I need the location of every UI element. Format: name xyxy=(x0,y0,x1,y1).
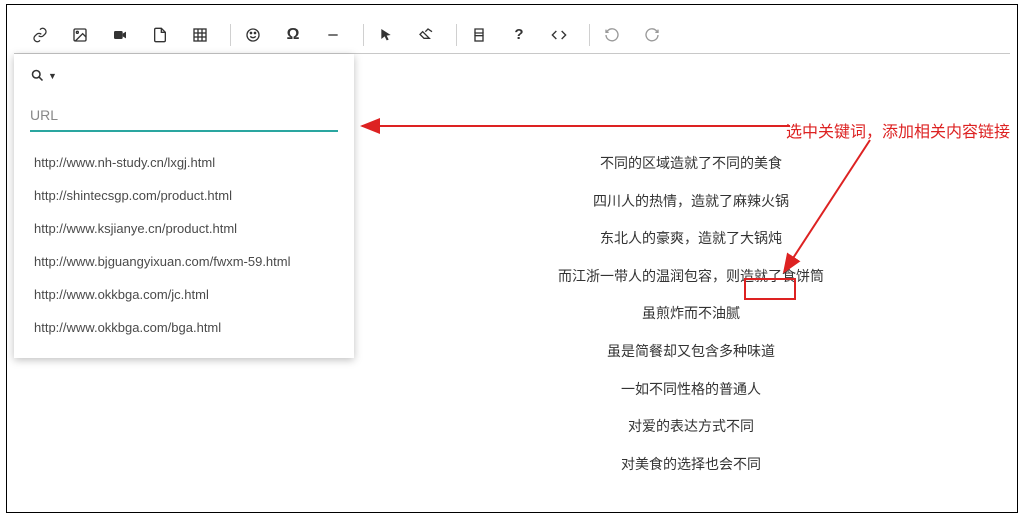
editor-content[interactable]: 不同的区域造就了不同的美食 四川人的热情，造就了麻辣火锅 东北人的豪爽，造就了大… xyxy=(372,154,1010,492)
minus-icon[interactable] xyxy=(317,23,349,47)
separator xyxy=(363,24,364,46)
url-suggestion-item[interactable]: http://www.nh-study.cn/lxgj.html xyxy=(14,146,354,179)
content-line: 一如不同性格的普通人 xyxy=(372,380,1010,400)
url-suggestion-item[interactable]: http://shintecsgp.com/product.html xyxy=(14,179,354,212)
content-line: 虽煎炸而不油腻 xyxy=(372,304,1010,324)
content-line: 四川人的热情，造就了麻辣火锅 xyxy=(372,192,1010,212)
help-icon[interactable]: ? xyxy=(503,23,535,47)
link-icon[interactable] xyxy=(24,23,56,47)
omega-icon[interactable]: Ω xyxy=(277,23,309,47)
url-input[interactable] xyxy=(30,100,338,132)
image-icon[interactable] xyxy=(64,23,96,47)
url-suggestion-item[interactable]: http://www.bjguangyixuan.com/fwxm-59.htm… xyxy=(14,245,354,278)
print-icon[interactable] xyxy=(463,23,495,47)
file-icon[interactable] xyxy=(144,23,176,47)
content-line: 东北人的豪爽，造就了大锅炖 xyxy=(372,229,1010,249)
content-line: 对爱的表达方式不同 xyxy=(372,417,1010,437)
url-input-wrap xyxy=(14,100,354,138)
content-line: 而江浙一带人的温润包容，则造就了食饼筒 xyxy=(372,267,1010,287)
emoji-icon[interactable] xyxy=(237,23,269,47)
content-line: 不同的区域造就了不同的美食 xyxy=(372,154,1010,174)
caret-down-icon: ▼ xyxy=(48,71,57,81)
link-dropdown-panel: ▼ http://www.nh-study.cn/lxgj.html http:… xyxy=(14,54,354,358)
undo-icon[interactable] xyxy=(596,23,628,47)
redo-icon[interactable] xyxy=(636,23,668,47)
cursor-icon[interactable] xyxy=(370,23,402,47)
editor-toolbar: Ω ? xyxy=(14,16,1010,54)
video-icon[interactable] xyxy=(104,23,136,47)
content-line: 对美食的选择也会不同 xyxy=(372,455,1010,475)
url-suggestion-item[interactable]: http://www.okkbga.com/jc.html xyxy=(14,278,354,311)
table-icon[interactable] xyxy=(184,23,216,47)
code-icon[interactable] xyxy=(543,23,575,47)
search-row: ▼ xyxy=(14,54,354,94)
url-suggestion-list: http://www.nh-study.cn/lxgj.html http://… xyxy=(14,138,354,358)
url-suggestion-item[interactable]: http://www.ksjianye.cn/product.html xyxy=(14,212,354,245)
separator xyxy=(230,24,231,46)
separator xyxy=(589,24,590,46)
annotation-label: 选中关键词，添加相关内容链接 xyxy=(786,118,1010,142)
eraser-icon[interactable] xyxy=(410,23,442,47)
content-line: 虽是简餐却又包含多种味道 xyxy=(372,342,1010,362)
search-dropdown-icon[interactable]: ▼ xyxy=(30,68,57,83)
separator xyxy=(456,24,457,46)
url-suggestion-item[interactable]: http://www.okkbga.com/bga.html xyxy=(14,311,354,344)
